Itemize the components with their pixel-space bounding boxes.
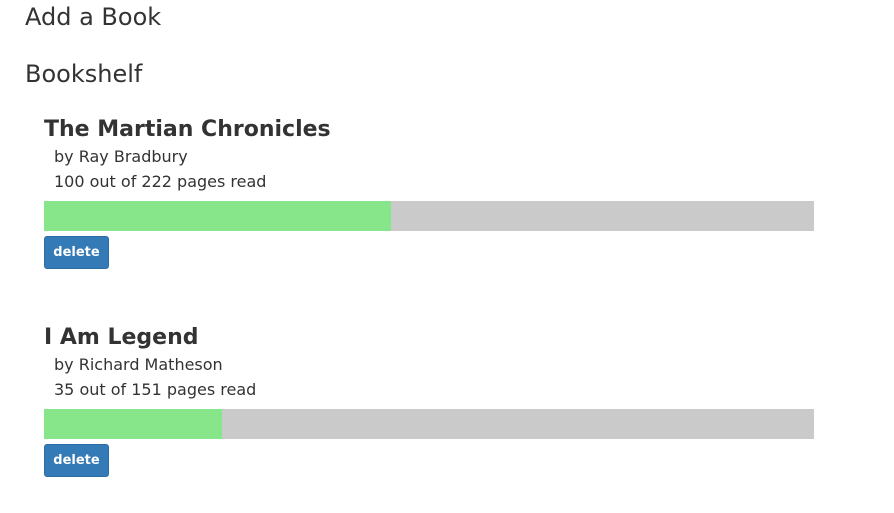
delete-button[interactable]: delete — [44, 236, 109, 269]
add-book-heading[interactable]: Add a Book — [25, 3, 161, 31]
book-author: by Ray Bradbury — [54, 147, 188, 166]
book-progress-text: 100 out of 222 pages read — [54, 172, 267, 191]
book-title: I Am Legend — [44, 325, 199, 350]
book-title: The Martian Chronicles — [44, 117, 331, 142]
progress-bar-fill — [44, 201, 391, 231]
progress-bar — [44, 409, 814, 439]
book-author: by Richard Matheson — [54, 355, 223, 374]
progress-bar-fill — [44, 409, 223, 439]
bookshelf-heading: Bookshelf — [25, 60, 143, 88]
book-card: I Am Legend by Richard Matheson 35 out o… — [44, 324, 814, 477]
book-progress-text: 35 out of 151 pages read — [54, 380, 257, 399]
page: Add a Book Bookshelf The Martian Chronic… — [0, 0, 894, 513]
delete-button[interactable]: delete — [44, 444, 109, 477]
progress-bar — [44, 201, 814, 231]
book-card: The Martian Chronicles by Ray Bradbury 1… — [44, 116, 814, 269]
